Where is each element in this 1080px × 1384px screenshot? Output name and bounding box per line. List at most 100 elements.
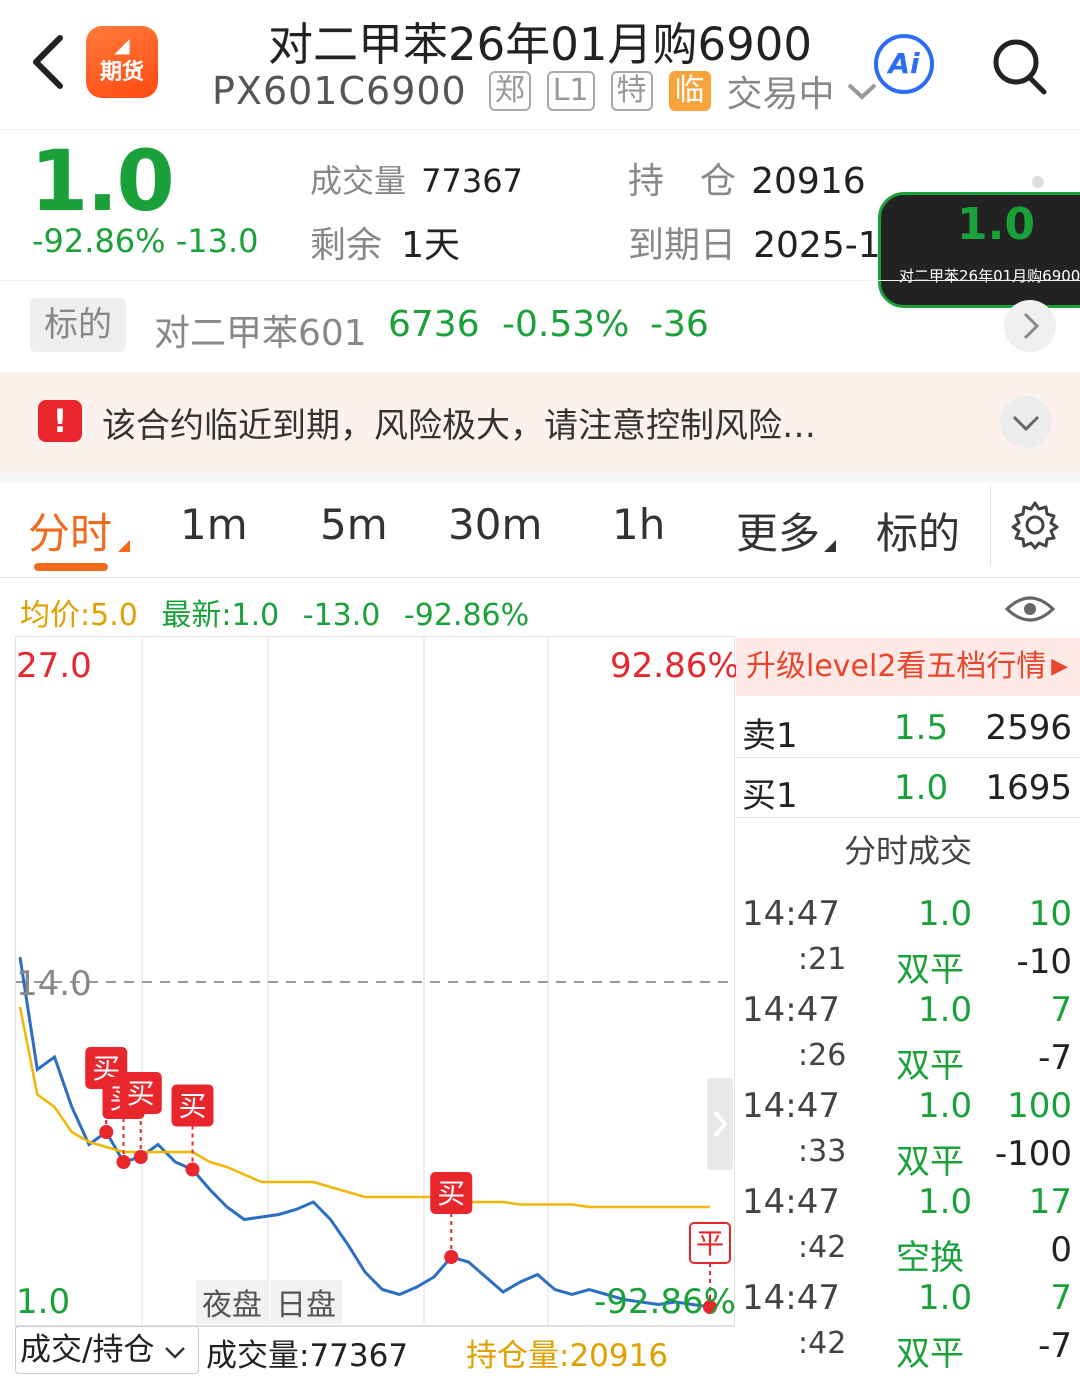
trade-quantity: 7 [1050, 990, 1072, 1030]
trade-time: 14:47 [742, 1086, 840, 1126]
y-axis-bottom-label: 1.0 [16, 1282, 71, 1322]
level-tag: L1 [546, 71, 595, 111]
trade-price: 1.0 [918, 894, 973, 934]
trade-price: 双平 [896, 1142, 964, 1182]
level2-upgrade-banner[interactable]: 升级level2看五档行情 ▶ [736, 638, 1080, 696]
trade-price: 双平 [896, 1046, 964, 1086]
latest-change: -13.0 [302, 598, 381, 633]
trade-row: 14:47 1.0 7 [742, 1278, 1072, 1326]
app-logo-text: 期货 [99, 60, 144, 85]
trade-marker-dot [444, 1250, 459, 1264]
ask-side-label: 卖1 [742, 716, 798, 756]
trade-price: 双平 [896, 950, 964, 990]
trade-time: 14:47 [742, 1182, 840, 1222]
expand-warning-button[interactable] [1000, 396, 1052, 448]
remaining-stat: 剩余 1天 [310, 216, 460, 268]
chart-info-bar: 均价:5.0 最新:1.0 -13.0 -92.86% [20, 590, 529, 634]
ask-quantity: 2596 [985, 708, 1072, 748]
trade-quantity: 100 [1007, 1086, 1072, 1126]
back-arrow-icon[interactable] [26, 32, 70, 92]
underlying-name: 对二甲苯601 [154, 313, 367, 354]
trade-time: 14:47 [742, 894, 840, 934]
tab-30m[interactable]: 30m [448, 500, 542, 549]
search-icon[interactable] [990, 36, 1050, 96]
trade-row: :21 双平 -10 [742, 942, 1072, 990]
trade-time: :21 [798, 942, 847, 977]
chevron-down-icon [165, 1347, 186, 1359]
underlying-detail-button[interactable] [1004, 300, 1056, 352]
trade-marker-dot [185, 1162, 200, 1177]
eye-icon[interactable] [1004, 592, 1056, 626]
right-axis-top-percent: 92.86% [610, 646, 740, 686]
trade-price: 1.0 [918, 990, 973, 1030]
logo-mark-icon: ◢ [114, 33, 130, 57]
volume-stat: 成交量 77367 [310, 156, 523, 202]
trading-status[interactable]: 交易中 [727, 65, 835, 117]
contract-title: 对二甲苯26年01月购6900 [267, 18, 813, 71]
expiry-label: 到期日 [628, 225, 737, 266]
trade-price: 双平 [896, 1334, 964, 1374]
trade-quantity: 10 [1028, 894, 1072, 934]
play-arrow-icon: ▶ [1051, 654, 1068, 679]
price-change: -92.86% -13.0 [32, 222, 259, 260]
trade-time: :42 [798, 1230, 847, 1265]
tab-more[interactable]: 更多 [736, 500, 820, 561]
trade-time: :26 [798, 1038, 847, 1073]
trade-marker-dot [116, 1155, 131, 1169]
contract-code: PX601C6900 [212, 69, 467, 113]
trade-quantity: -10 [1016, 942, 1072, 982]
remaining-label: 剩余 [310, 225, 383, 266]
trade-marker-label: 买 [178, 1090, 206, 1123]
trade-price: 1.0 [918, 1278, 973, 1318]
intraday-chart[interactable]: 买买买买买平 [15, 636, 735, 1327]
trade-quantity: 0 [1050, 1230, 1072, 1270]
near-expiry-tag: 临 [668, 71, 711, 111]
tab-1h[interactable]: 1h [612, 500, 665, 549]
trade-time: 14:47 [742, 1278, 840, 1318]
chart-expand-handle[interactable] [707, 1078, 733, 1170]
y-axis-mid-label: 14.0 [16, 964, 92, 1004]
trade-row: :42 双平 -7 [742, 1326, 1072, 1374]
trades-title: 分时成交 [843, 832, 972, 870]
bid-side-label: 买1 [742, 776, 798, 816]
intraday-chart-svg: 买买买买买平 [16, 637, 731, 1327]
indicator-selector[interactable]: 成交/持仓 [15, 1326, 199, 1374]
bottom-open-interest: 持仓量:20916 [466, 1338, 669, 1374]
ai-assistant-button[interactable]: Ai [874, 34, 934, 94]
trade-marker-label: 买 [127, 1077, 155, 1110]
orderbook-bid-row[interactable]: 买1 1.0 1695 [736, 758, 1080, 818]
floating-price: 1.0 [957, 199, 1035, 250]
trade-quantity: 17 [1028, 1182, 1072, 1222]
chevron-down-icon[interactable] [845, 81, 879, 101]
contract-subtitle-row: PX601C6900 郑 L1 特 临 交易中 [212, 66, 879, 116]
tab-5m[interactable]: 5m [320, 500, 388, 549]
trade-price: 1.0 [918, 1182, 973, 1222]
remaining-value: 1天 [401, 225, 461, 266]
tab-intraday[interactable]: 分时 [28, 500, 112, 561]
trade-row: :33 双平 -100 [742, 1134, 1072, 1182]
warning-icon: ! [38, 400, 82, 442]
app-logo[interactable]: ◢ 期货 [86, 26, 158, 98]
bid-quantity: 1695 [985, 768, 1072, 808]
trade-row: :26 双平 -7 [742, 1038, 1072, 1086]
more-dropdown-triangle-icon [824, 540, 836, 552]
gear-icon[interactable] [1010, 500, 1060, 550]
trade-time: :33 [798, 1134, 847, 1169]
volume-label: 成交量 [310, 162, 407, 200]
trade-quantity: -100 [994, 1134, 1072, 1174]
trade-time: :42 [798, 1326, 847, 1361]
trade-quantity: -7 [1038, 1038, 1072, 1078]
trade-marker-label: 买 [437, 1177, 465, 1210]
tab-1m[interactable]: 1m [180, 500, 248, 549]
underlying-price: 6736 [388, 304, 480, 345]
underlying-change: -36 [650, 304, 709, 345]
trade-quantity: 7 [1050, 1278, 1072, 1318]
tab-underlying[interactable]: 标的 [876, 500, 960, 561]
trade-row: 14:47 1.0 100 [742, 1086, 1072, 1134]
trade-marker-label: 平 [696, 1227, 724, 1260]
latest-price: 最新:1.0 [161, 598, 280, 633]
trade-marker-dot [133, 1150, 148, 1164]
tab-divider [990, 486, 991, 566]
day-session-label: 日盘 [270, 1280, 342, 1324]
orderbook-ask-row[interactable]: 卖1 1.5 2596 [736, 698, 1080, 758]
